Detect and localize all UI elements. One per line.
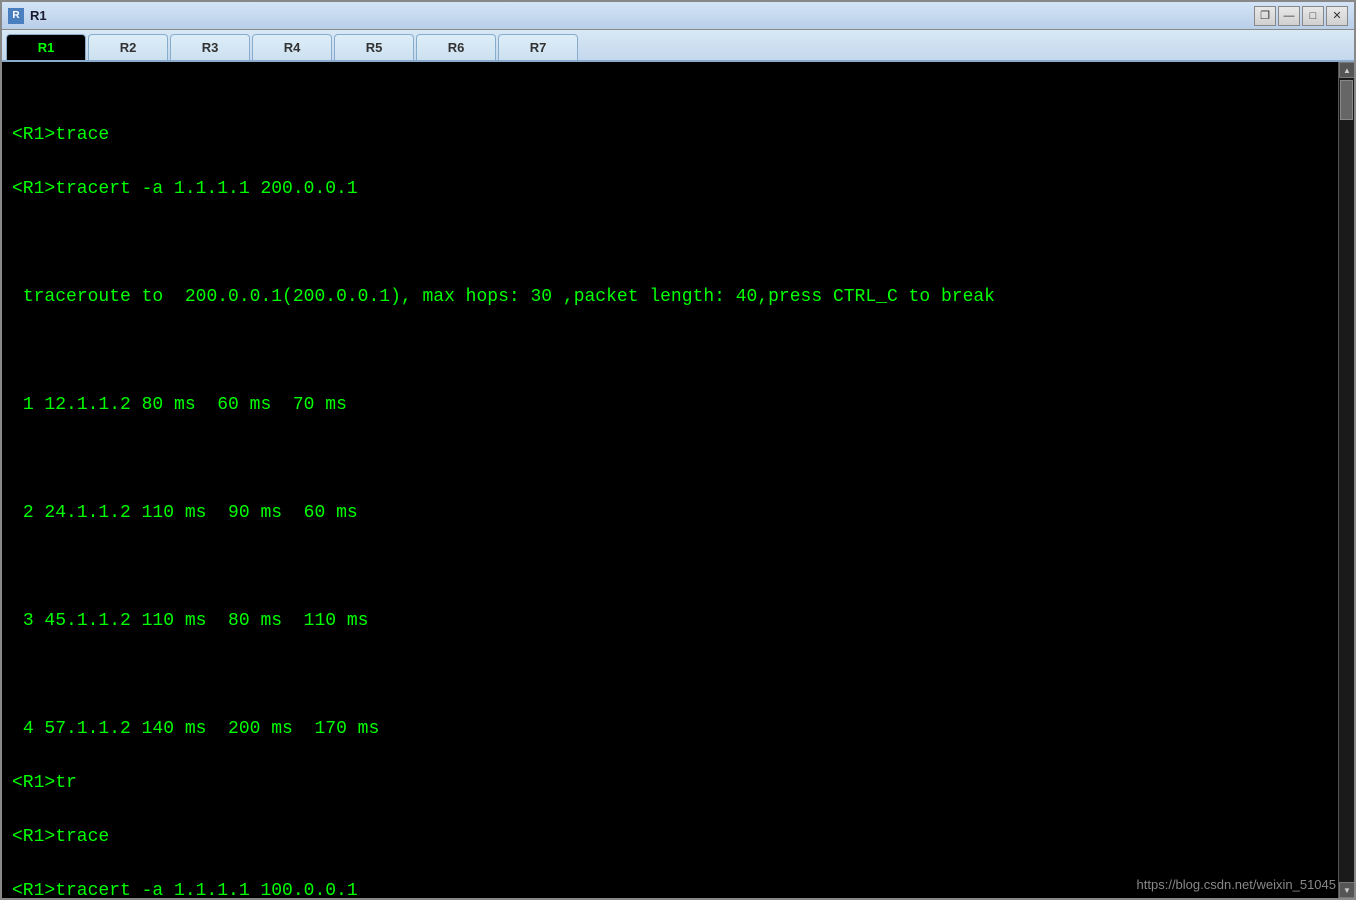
minimize-button[interactable]: — [1278,6,1300,26]
close-button[interactable]: ✕ [1326,6,1348,26]
tab-r5[interactable]: R5 [334,34,414,60]
terminal-line [12,446,1328,473]
terminal-output[interactable]: <R1>trace <R1>tracert -a 1.1.1.1 200.0.0… [2,62,1338,898]
terminal-line [12,554,1328,581]
terminal-line: <R1>tracert -a 1.1.1.1 200.0.0.1 [12,176,1328,203]
watermark-text: https://blog.csdn.net/weixin_51045 [1137,877,1336,892]
tab-r2[interactable]: R2 [88,34,168,60]
terminal-line: traceroute to 200.0.0.1(200.0.0.1), max … [12,284,1328,311]
terminal-line: <R1>tr [12,770,1328,797]
main-window: R R1 ❐ — □ ✕ R1 R2 R3 R4 R5 R6 R7 <R1>tr… [0,0,1356,900]
terminal-line: <R1>trace [12,824,1328,851]
window-title: R1 [30,8,1254,23]
terminal-line: 1 12.1.1.2 80 ms 60 ms 70 ms [12,392,1328,419]
tab-bar: R1 R2 R3 R4 R5 R6 R7 [2,30,1354,62]
terminal-line: 3 45.1.1.2 110 ms 80 ms 110 ms [12,608,1328,635]
tab-r1[interactable]: R1 [6,34,86,60]
terminal-line [12,662,1328,689]
tab-r4[interactable]: R4 [252,34,332,60]
scroll-thumb[interactable] [1340,80,1353,120]
terminal-container: <R1>trace <R1>tracert -a 1.1.1.1 200.0.0… [2,62,1354,898]
tab-r6[interactable]: R6 [416,34,496,60]
scroll-up-button[interactable]: ▲ [1339,62,1354,78]
terminal-line: <R1>tracert -a 1.1.1.1 100.0.0.1 [12,878,1328,898]
terminal-line: 2 24.1.1.2 110 ms 90 ms 60 ms [12,500,1328,527]
scrollbar[interactable]: ▲ ▼ [1338,62,1354,898]
window-controls: ❐ — □ ✕ [1254,6,1348,26]
tab-r3[interactable]: R3 [170,34,250,60]
terminal-line [12,338,1328,365]
maximize-button[interactable]: □ [1302,6,1324,26]
title-bar: R R1 ❐ — □ ✕ [2,2,1354,30]
terminal-line: 4 57.1.1.2 140 ms 200 ms 170 ms [12,716,1328,743]
terminal-line [12,230,1328,257]
app-icon: R [8,8,24,24]
tab-r7[interactable]: R7 [498,34,578,60]
scroll-track[interactable] [1339,78,1354,882]
restore-button[interactable]: ❐ [1254,6,1276,26]
scroll-down-button[interactable]: ▼ [1339,882,1354,898]
terminal-line: <R1>trace [12,122,1328,149]
